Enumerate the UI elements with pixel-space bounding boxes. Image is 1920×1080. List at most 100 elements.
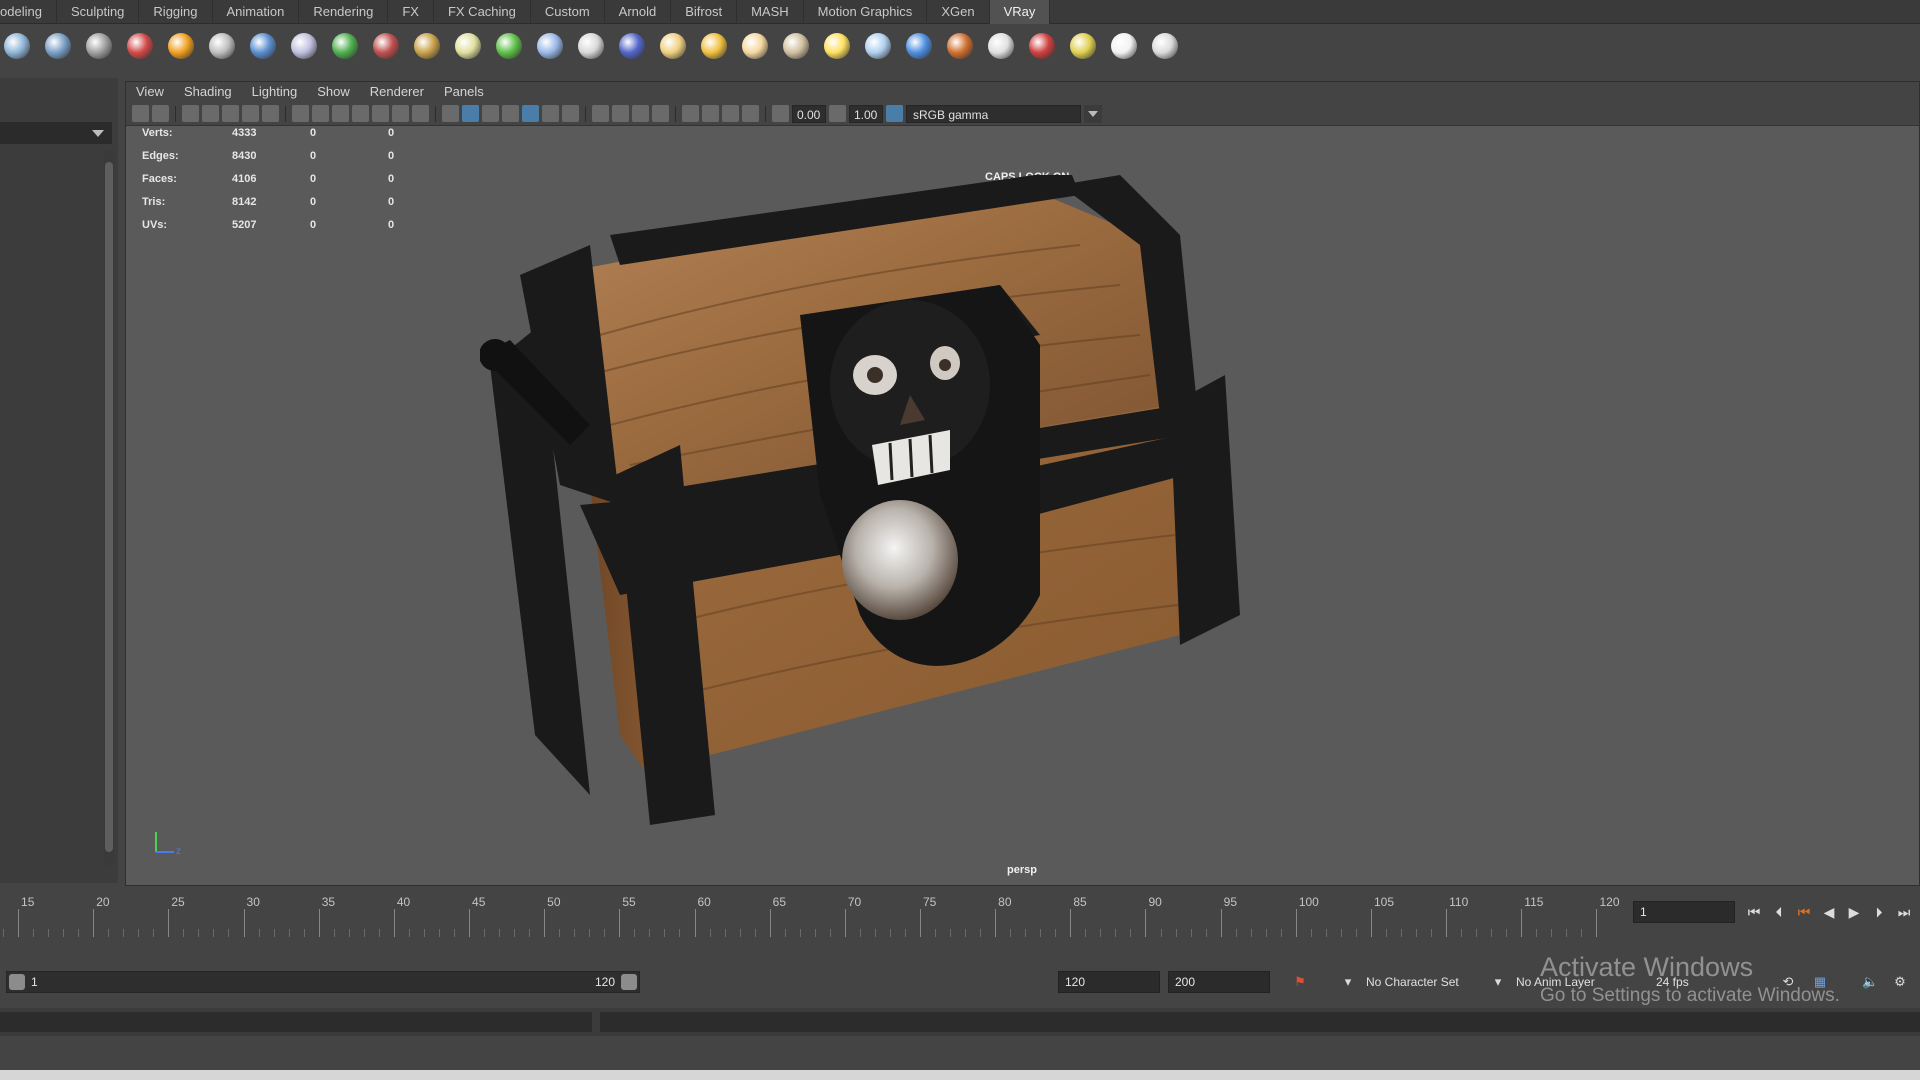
go-to-start-icon[interactable]: ⏮ bbox=[1745, 903, 1763, 921]
bookmark-icon[interactable] bbox=[202, 105, 219, 122]
shelf-tab-vray[interactable]: VRay bbox=[989, 0, 1051, 24]
view-transform-select[interactable]: sRGB gamma bbox=[906, 104, 1081, 123]
material-balls-icon[interactable] bbox=[123, 30, 156, 63]
sphere-render-icon[interactable] bbox=[0, 30, 33, 63]
color-management-icon[interactable] bbox=[886, 105, 903, 122]
menu-panels[interactable]: Panels bbox=[434, 82, 494, 102]
menu-view[interactable]: View bbox=[126, 82, 174, 102]
film-gate-icon[interactable] bbox=[312, 105, 329, 122]
grass-icon[interactable] bbox=[492, 30, 525, 63]
safe-action-icon[interactable] bbox=[392, 105, 409, 122]
play-backwards-icon[interactable]: ◀ bbox=[1820, 903, 1838, 921]
menu-lighting[interactable]: Lighting bbox=[242, 82, 308, 102]
use-all-lights-icon[interactable] bbox=[542, 105, 559, 122]
gate-mask-icon[interactable] bbox=[352, 105, 369, 122]
menu-show[interactable]: Show bbox=[307, 82, 360, 102]
color-wheel-icon[interactable] bbox=[943, 30, 976, 63]
character-set-select[interactable]: No Character Set bbox=[1360, 971, 1490, 993]
play-forwards-icon[interactable]: ▶ bbox=[1845, 903, 1863, 921]
fur-icon[interactable] bbox=[369, 30, 402, 63]
xray-components-icon[interactable] bbox=[742, 105, 759, 122]
xray-icon[interactable] bbox=[702, 105, 719, 122]
shelf-tab-custom[interactable]: Custom bbox=[531, 0, 605, 24]
preferences-icon[interactable]: ⚙ bbox=[1892, 974, 1908, 990]
xray-joints-icon[interactable] bbox=[722, 105, 739, 122]
shelf-tab-motion-graphics[interactable]: Motion Graphics bbox=[804, 0, 928, 24]
step-forward-icon[interactable]: ⏵ bbox=[1870, 903, 1888, 921]
grid-icon[interactable] bbox=[292, 105, 309, 122]
globe-icon[interactable] bbox=[451, 30, 484, 63]
light-dome-icon[interactable] bbox=[328, 30, 361, 63]
shelf-tab-xgen[interactable]: XGen bbox=[927, 0, 990, 24]
safe-title-icon[interactable] bbox=[412, 105, 429, 122]
isolate-select-icon[interactable] bbox=[682, 105, 699, 122]
shelf-tab-fx[interactable]: FX bbox=[388, 0, 434, 24]
snowflake-icon[interactable] bbox=[533, 30, 566, 63]
shelf-tab-rigging[interactable]: Rigging bbox=[139, 0, 213, 24]
mesh-grid-icon[interactable] bbox=[205, 30, 238, 63]
exposure-icon[interactable] bbox=[772, 105, 789, 122]
field-chart-icon[interactable] bbox=[372, 105, 389, 122]
wireframe-icon[interactable] bbox=[442, 105, 459, 122]
motion-blur-icon[interactable] bbox=[612, 105, 629, 122]
go-to-end-icon[interactable]: ⏭ bbox=[1895, 903, 1913, 921]
range-start-handle[interactable] bbox=[9, 974, 25, 990]
grease-pencil-icon[interactable] bbox=[262, 105, 279, 122]
shelf-tab-bifrost[interactable]: Bifrost bbox=[671, 0, 738, 24]
shelf-tab-fx-caching[interactable]: FX Caching bbox=[434, 0, 531, 24]
spot-light-icon[interactable] bbox=[697, 30, 730, 63]
plane-texture-icon[interactable] bbox=[410, 30, 443, 63]
fire-icon[interactable] bbox=[164, 30, 197, 63]
camera-attributes-icon[interactable] bbox=[182, 105, 199, 122]
particles-icon[interactable] bbox=[287, 30, 320, 63]
character-set-chevron-icon[interactable]: ▾ bbox=[1340, 974, 1356, 990]
anim-layer-chevron-icon[interactable]: ▾ bbox=[1490, 974, 1506, 990]
ambient-occlusion-icon[interactable] bbox=[592, 105, 609, 122]
sphere-blue-icon[interactable] bbox=[615, 30, 648, 63]
range-slider[interactable]: 1 120 bbox=[6, 971, 640, 993]
sphere-lit-icon[interactable] bbox=[41, 30, 74, 63]
two-d-pan-icon[interactable] bbox=[242, 105, 259, 122]
scrollbar-thumb[interactable] bbox=[105, 162, 113, 852]
dropdown-arrow-icon[interactable] bbox=[92, 130, 104, 137]
camera-rig-icon[interactable] bbox=[82, 30, 115, 63]
dome-light-icon[interactable] bbox=[656, 30, 689, 63]
shelf-tab-arnold[interactable]: Arnold bbox=[605, 0, 672, 24]
menu-shading[interactable]: Shading bbox=[174, 82, 242, 102]
shelf-tab-rendering[interactable]: Rendering bbox=[299, 0, 389, 24]
chevron-down-icon[interactable] bbox=[1084, 104, 1102, 123]
step-back-key-icon[interactable]: ⏮ bbox=[1795, 903, 1813, 921]
auto-key-icon[interactable]: ⚑ bbox=[1292, 974, 1308, 990]
sphere-glossy-icon[interactable] bbox=[902, 30, 935, 63]
outliner-vertical-scrollbar[interactable] bbox=[104, 150, 114, 865]
treasure-chest-model[interactable] bbox=[480, 175, 1360, 865]
plane-light-icon[interactable] bbox=[861, 30, 894, 63]
sphere-light-icon[interactable] bbox=[738, 30, 771, 63]
wireframe-on-shaded-icon[interactable] bbox=[502, 105, 519, 122]
step-back-icon[interactable]: ⏴ bbox=[1770, 903, 1788, 921]
cube-proxy-icon[interactable] bbox=[246, 30, 279, 63]
ies-light-icon[interactable] bbox=[779, 30, 812, 63]
shelf-tab-mash[interactable]: MASH bbox=[737, 0, 804, 24]
smooth-shade-icon[interactable] bbox=[462, 105, 479, 122]
time-slider[interactable]: 15 20 25 30 35 40 45 50 55 60 65 70 75 80 85 90 95 100 105… bbox=[0, 887, 1625, 957]
sound-icon[interactable]: 🔈 bbox=[1862, 974, 1878, 990]
range-end-handle[interactable] bbox=[621, 974, 637, 990]
command-input[interactable] bbox=[0, 1012, 592, 1032]
shelf-tab-animation[interactable]: Animation bbox=[213, 0, 300, 24]
gamma-field[interactable]: 1.00 bbox=[849, 104, 883, 123]
depth-of-field-icon[interactable] bbox=[652, 105, 669, 122]
checker-icon[interactable] bbox=[984, 30, 1017, 63]
select-camera-icon[interactable] bbox=[132, 105, 149, 122]
image-plane-icon[interactable] bbox=[222, 105, 239, 122]
menu-renderer[interactable]: Renderer bbox=[360, 82, 434, 102]
shadows-icon[interactable] bbox=[562, 105, 579, 122]
help-icon[interactable] bbox=[1148, 30, 1181, 63]
current-frame-field[interactable]: 1 bbox=[1633, 901, 1735, 923]
default-material-icon[interactable] bbox=[482, 105, 499, 122]
lock-camera-icon[interactable] bbox=[152, 105, 169, 122]
gamma-icon[interactable] bbox=[829, 105, 846, 122]
resolution-gate-icon[interactable] bbox=[332, 105, 349, 122]
playback-end-field[interactable]: 200 bbox=[1168, 971, 1270, 993]
rope-icon[interactable] bbox=[574, 30, 607, 63]
